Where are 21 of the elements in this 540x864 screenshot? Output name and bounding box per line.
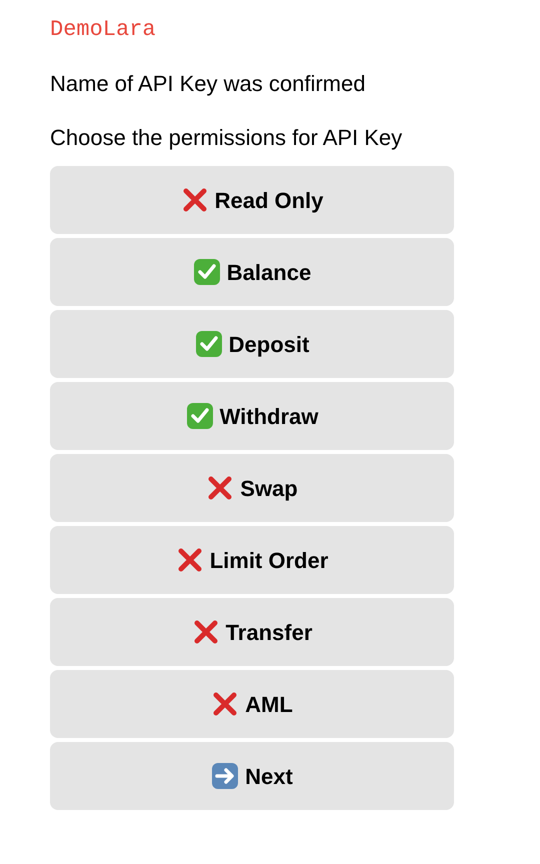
arrow-right-icon <box>211 762 240 790</box>
permission-button[interactable]: Read Only <box>50 166 454 234</box>
permission-button[interactable]: Deposit <box>50 310 454 378</box>
permission-button[interactable]: Balance <box>50 238 454 306</box>
permission-button[interactable]: Swap <box>50 454 454 522</box>
next-button[interactable]: Next <box>50 742 454 810</box>
permission-button[interactable]: Limit Order <box>50 526 454 594</box>
check-icon <box>192 258 221 286</box>
permission-button[interactable]: AML <box>50 670 454 738</box>
permission-button[interactable]: Withdraw <box>50 382 454 450</box>
cross-icon <box>176 546 204 574</box>
cross-icon <box>192 618 220 646</box>
cross-icon <box>211 690 240 718</box>
sender-name: DemoLara <box>50 16 156 44</box>
check-icon <box>194 330 223 358</box>
message-text: Choose the permissions for API Key <box>50 124 402 152</box>
message-text: Name of API Key was confirmed <box>50 70 366 98</box>
cross-icon <box>206 474 234 502</box>
cross-icon <box>180 186 209 214</box>
check-icon <box>186 402 214 430</box>
permission-button[interactable]: Transfer <box>50 598 454 666</box>
